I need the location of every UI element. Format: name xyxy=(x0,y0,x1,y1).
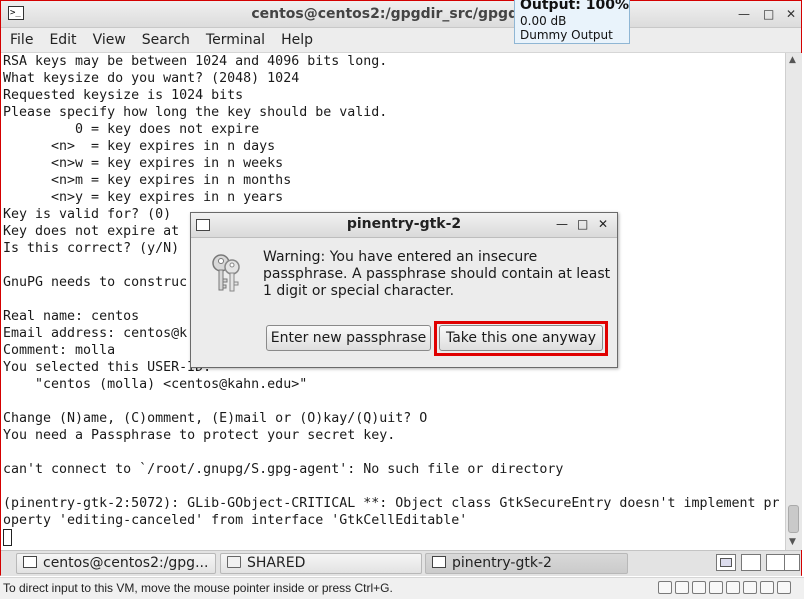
terminal-line: GnuPG needs to construc xyxy=(3,275,188,290)
menu-terminal[interactable]: Terminal xyxy=(199,28,272,52)
maximize-icon[interactable]: □ xyxy=(763,7,774,21)
terminal-icon xyxy=(23,556,37,568)
osd-db: 0.00 dB xyxy=(520,14,567,28)
folder-icon xyxy=(227,556,241,568)
dialog-title: pinentry-gtk-2 xyxy=(346,216,462,232)
highlight-box xyxy=(434,321,608,356)
workspace-2[interactable] xyxy=(741,554,761,571)
scrollbar-thumb[interactable] xyxy=(788,505,799,533)
task-shared[interactable]: SHARED xyxy=(220,553,422,574)
cd-icon[interactable] xyxy=(675,581,689,594)
terminal-line: 0 = key does not expire xyxy=(3,122,260,137)
usb-icon[interactable] xyxy=(692,581,706,594)
dialog-close-icon[interactable]: ✕ xyxy=(598,217,608,231)
dialog-message: Warning: You have entered an insecure pa… xyxy=(263,249,611,299)
osd-output-level: Output: 100% xyxy=(520,0,629,13)
printer-icon[interactable] xyxy=(777,581,791,594)
terminal-line: Change (N)ame, (C)omment, (E)mail or (O)… xyxy=(3,411,428,426)
vm-status-bar: To direct input to this VM, move the mou… xyxy=(0,577,804,599)
terminal-line: can't connect to `/root/.gnupg/S.gpg-age… xyxy=(3,462,564,477)
enter-new-passphrase-button[interactable]: Enter new passphrase xyxy=(266,325,431,351)
scroll-up-icon[interactable]: ▲ xyxy=(789,55,796,65)
terminal-line: <n> = key expires in n days xyxy=(3,139,276,154)
terminal-line: Email address: centos@k xyxy=(3,326,188,341)
terminal-line: RSA keys may be between 1024 and 4096 bi… xyxy=(3,54,388,69)
dialog-titlebar[interactable]: pinentry-gtk-2 — □ ✕ xyxy=(191,213,617,238)
task-terminal-label: centos@centos2:/gpg... xyxy=(43,555,209,571)
terminal-scrollbar[interactable]: ▲ ▼ xyxy=(785,53,802,550)
menu-view[interactable]: View xyxy=(86,28,133,52)
terminal-line: You need a Passphrase to protect your se… xyxy=(3,428,396,443)
network-icon[interactable] xyxy=(709,581,723,594)
window-icon xyxy=(432,556,446,568)
task-pinentry[interactable]: pinentry-gtk-2 xyxy=(425,553,628,574)
terminal-line: <n>y = key expires in n years xyxy=(3,190,284,205)
menu-file[interactable]: File xyxy=(3,28,40,52)
menu-search[interactable]: Search xyxy=(135,28,197,52)
terminal-cursor xyxy=(3,529,12,546)
menu-edit[interactable]: Edit xyxy=(42,28,83,52)
pinentry-dialog: pinentry-gtk-2 — □ ✕ Warning: You have e… xyxy=(190,212,618,368)
terminal-line: What keysize do you want? (2048) 1024 xyxy=(3,71,300,86)
window-titlebar[interactable]: >_ centos@centos2:/gpgdir_src/gpgdir-1. … xyxy=(1,1,801,28)
sound-icon[interactable] xyxy=(743,581,757,594)
terminal-line: Requested keysize is 1024 bits xyxy=(3,88,244,103)
minimize-icon[interactable]: — xyxy=(738,7,750,21)
terminal-line: You selected this USER-ID: xyxy=(3,360,212,375)
menu-bar: File Edit View Search Terminal Help xyxy=(1,28,801,53)
workspace-4[interactable] xyxy=(784,554,800,571)
scroll-down-icon[interactable]: ▼ xyxy=(789,537,796,547)
terminal-line: Real name: centos xyxy=(3,309,140,324)
vm-status-text: To direct input to this VM, move the mou… xyxy=(3,581,393,595)
terminal-line: Key does not expire at xyxy=(3,224,180,239)
hdd-icon[interactable] xyxy=(658,581,672,594)
terminal-line: Please specify how long the key should b… xyxy=(3,105,388,120)
terminal-line: "centos (molla) <centos@kahn.edu>" xyxy=(3,377,308,392)
terminal-line: <n>w = key expires in n weeks xyxy=(3,156,284,171)
close-icon[interactable]: ✕ xyxy=(786,7,796,21)
menu-help[interactable]: Help xyxy=(274,28,320,52)
terminal-line: <n>m = key expires in n months xyxy=(3,173,292,188)
terminal-line: Key is valid for? (0) xyxy=(3,207,172,222)
task-shared-label: SHARED xyxy=(247,555,306,571)
dialog-maximize-icon[interactable]: □ xyxy=(577,217,588,231)
window-title: centos@centos2:/gpgdir_src/gpgdir-1. xyxy=(251,6,551,22)
workspace-3[interactable] xyxy=(766,554,786,571)
shared-folder-icon[interactable] xyxy=(726,581,740,594)
terminal-line: Is this correct? (y/N) xyxy=(3,241,180,256)
keys-icon xyxy=(212,254,240,292)
task-pinentry-label: pinentry-gtk-2 xyxy=(452,555,552,571)
display-icon[interactable] xyxy=(760,581,774,594)
terminal-line: (pinentry-gtk-2:5072): GLib-GObject-CRIT… xyxy=(3,496,780,511)
task-terminal[interactable]: centos@centos2:/gpg... xyxy=(16,553,216,574)
terminal-line: Comment: molla xyxy=(3,343,116,358)
osd-device: Dummy Output xyxy=(520,28,613,42)
workspace-1[interactable] xyxy=(716,554,736,571)
dialog-minimize-icon[interactable]: — xyxy=(556,217,568,231)
taskbar: centos@centos2:/gpg... SHARED pinentry-g… xyxy=(1,550,801,576)
terminal-line: operty 'editing-canceled' from interface… xyxy=(3,513,468,528)
volume-osd: Output: 100% 0.00 dB Dummy Output xyxy=(514,0,630,44)
